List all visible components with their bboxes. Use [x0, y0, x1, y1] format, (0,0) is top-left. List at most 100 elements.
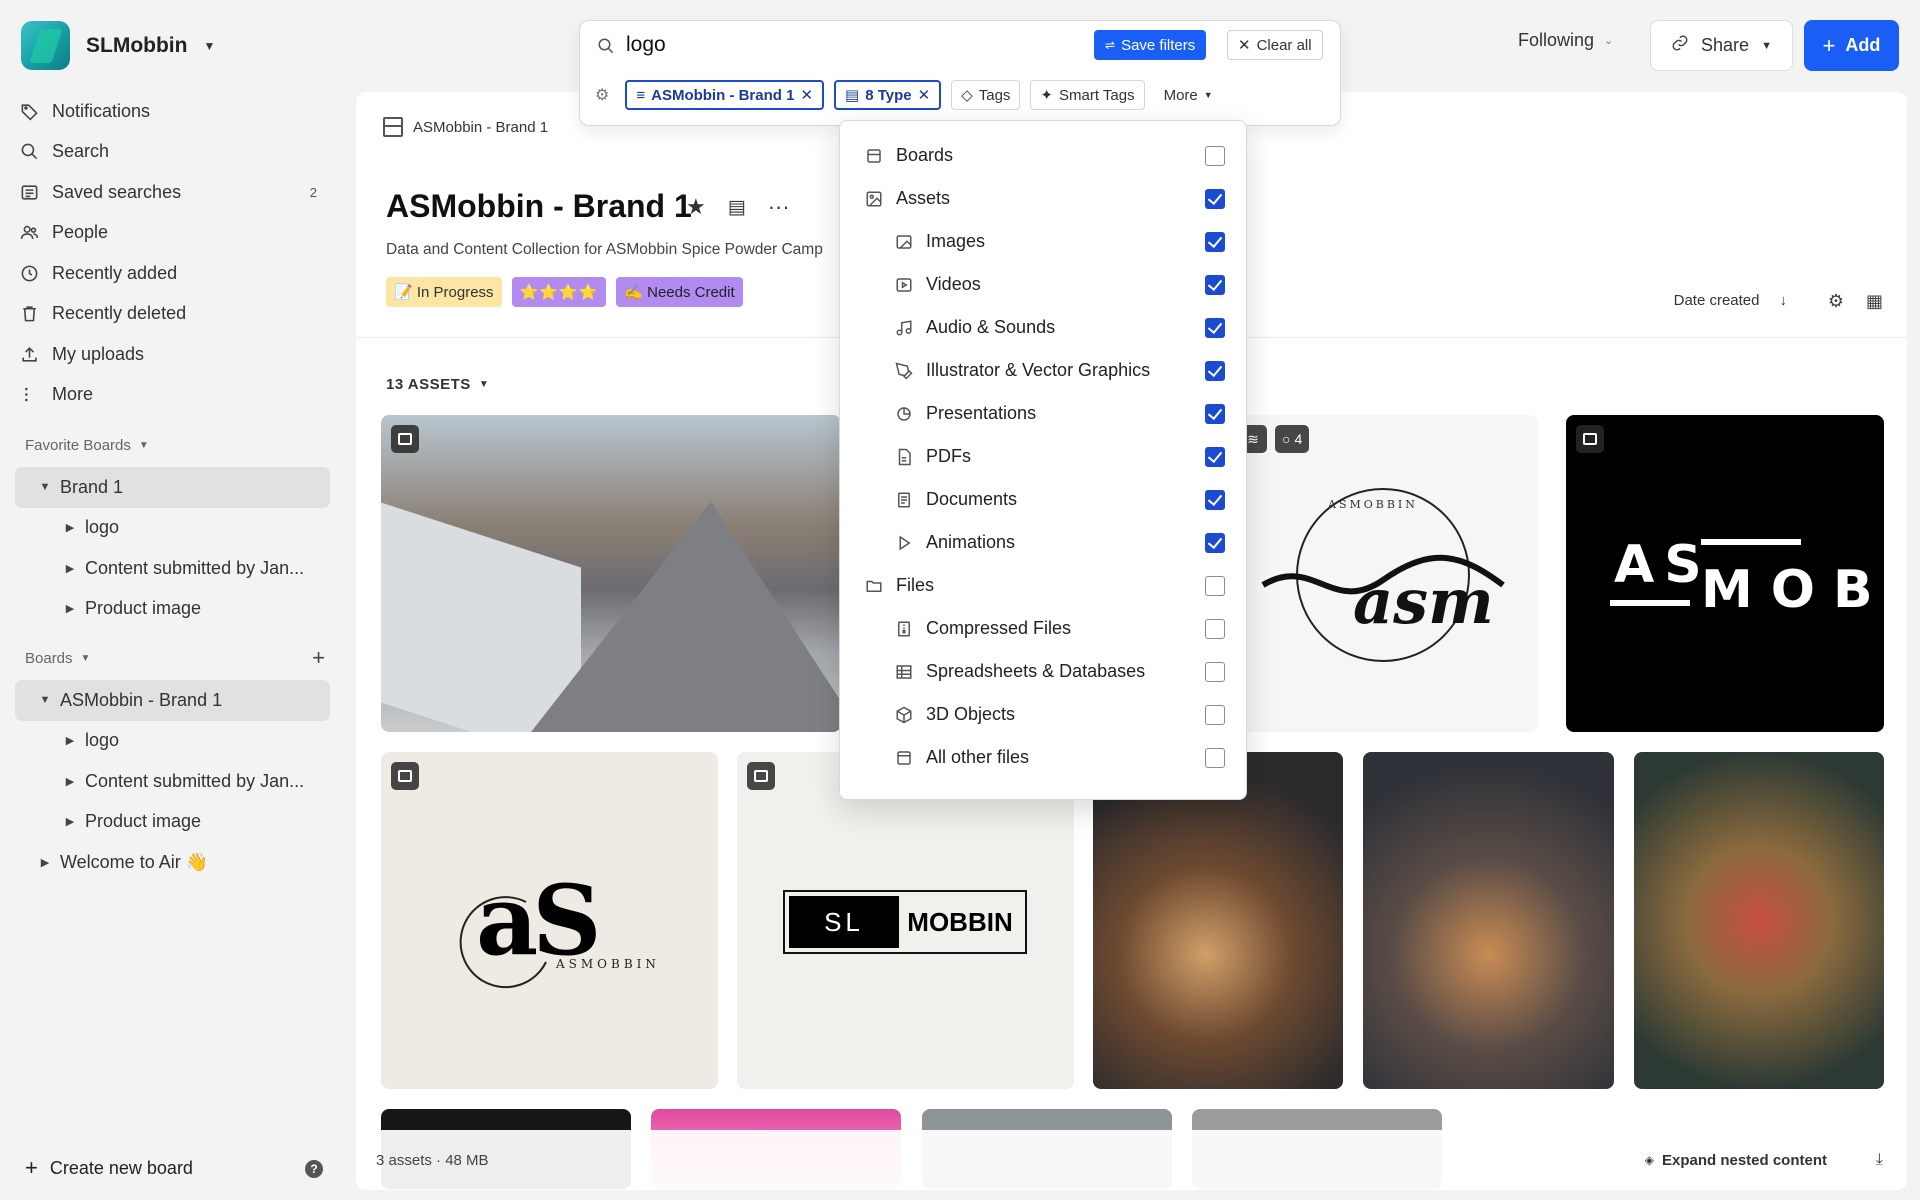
favorite-board-logo[interactable]: ▶ logo: [15, 508, 330, 549]
star-icon[interactable]: ★: [686, 194, 706, 220]
download-icon[interactable]: ⤓: [1876, 1151, 1883, 1169]
breadcrumb[interactable]: ASMobbin - Brand 1: [383, 117, 548, 137]
workspace-switcher[interactable]: SLMobbin ▼: [21, 21, 215, 70]
type-option-assets[interactable]: Assets: [840, 177, 1246, 220]
caret-right-icon[interactable]: ▶: [55, 521, 85, 534]
type-option-images[interactable]: Images: [840, 220, 1246, 263]
caret-down-icon[interactable]: ▼: [30, 694, 60, 706]
asset-tile-street[interactable]: [381, 415, 841, 732]
rating-badge[interactable]: ⭐⭐⭐⭐: [511, 277, 607, 307]
checkbox[interactable]: [1205, 403, 1225, 424]
checkbox[interactable]: [1205, 618, 1225, 639]
type-option-videos[interactable]: Videos: [840, 263, 1246, 306]
nav-recently-deleted[interactable]: Recently deleted: [20, 294, 325, 335]
clear-all-button[interactable]: ✕ Clear all: [1227, 30, 1323, 60]
type-option-compressed[interactable]: Compressed Files: [840, 607, 1246, 650]
favorite-board-brand-1[interactable]: ▼ Brand 1: [15, 467, 330, 508]
asset-count-dropdown[interactable]: 13 ASSETS ▼: [386, 376, 489, 393]
checkbox[interactable]: [1205, 188, 1225, 209]
board-welcome-to-air[interactable]: ▶ Welcome to Air 👋: [15, 842, 330, 883]
type-option-other[interactable]: All other files: [840, 736, 1246, 779]
favorite-board-content-submitted[interactable]: ▶ Content submitted by Jan...: [15, 548, 330, 589]
asset-tile-as-logo[interactable]: aS ASMOBBIN: [381, 752, 718, 1089]
caret-right-icon[interactable]: ▶: [55, 602, 85, 615]
asset-tile-food-1[interactable]: [1093, 752, 1343, 1089]
board-asmobbin-brand-1[interactable]: ▼ ASMobbin - Brand 1: [15, 680, 330, 721]
checkbox[interactable]: [1205, 274, 1225, 295]
type-option-pdfs[interactable]: PDFs: [840, 435, 1246, 478]
more-filters-button[interactable]: More ▼: [1155, 80, 1222, 110]
checkbox[interactable]: [1205, 317, 1225, 338]
board-filter-chip[interactable]: ≡ ASMobbin - Brand 1 ✕: [625, 80, 825, 110]
type-option-3d[interactable]: 3D Objects: [840, 693, 1246, 736]
create-new-board-button[interactable]: + Create new board: [25, 1155, 193, 1181]
sort-control[interactable]: Date created ↓: [1674, 292, 1787, 309]
type-option-files[interactable]: Files: [840, 564, 1246, 607]
nav-notifications[interactable]: Notifications: [20, 91, 325, 132]
search-input[interactable]: logo: [626, 33, 666, 57]
favorite-boards-header[interactable]: Favorite Boards ▼: [25, 437, 149, 454]
board-logo[interactable]: ▶ logo: [15, 721, 330, 762]
type-option-audio[interactable]: Audio & Sounds: [840, 306, 1246, 349]
remove-filter-icon[interactable]: ✕: [800, 86, 813, 104]
tags-filter-chip[interactable]: ◇ Tags: [951, 80, 1021, 110]
comments-badge[interactable]: ○ 4: [1275, 425, 1310, 453]
caret-right-icon[interactable]: ▶: [55, 815, 85, 828]
nav-saved-searches[interactable]: Saved searches 2: [20, 172, 325, 213]
add-button[interactable]: + Add: [1804, 20, 1899, 71]
type-option-animations[interactable]: Animations: [840, 521, 1246, 564]
checkbox[interactable]: [1205, 575, 1225, 596]
favorite-board-product-image[interactable]: ▶ Product image: [15, 589, 330, 630]
board-product-image[interactable]: ▶ Product image: [15, 802, 330, 843]
asset-tile-slmobbin-logo[interactable]: SL MOBBIN: [737, 752, 1074, 1089]
board-description[interactable]: Data and Content Collection for ASMobbin…: [386, 241, 823, 259]
checkbox[interactable]: [1205, 489, 1225, 510]
add-board-icon[interactable]: +: [312, 645, 325, 671]
checkbox[interactable]: [1205, 446, 1225, 467]
arrow-down-icon[interactable]: ↓: [1780, 292, 1788, 309]
caret-down-icon[interactable]: ▼: [30, 481, 60, 493]
checkbox[interactable]: [1205, 360, 1225, 381]
type-option-presentations[interactable]: Presentations: [840, 392, 1246, 435]
save-filters-button[interactable]: ⇌ Save filters: [1094, 30, 1207, 60]
board-details-icon[interactable]: ▤: [728, 196, 746, 219]
nav-my-uploads[interactable]: My uploads: [20, 334, 325, 375]
type-filter-chip[interactable]: ▤ 8 Type ✕: [834, 80, 942, 110]
boards-header[interactable]: Boards ▼: [25, 650, 90, 667]
asset-tile-food-2[interactable]: [1363, 752, 1614, 1089]
help-icon[interactable]: ?: [305, 1160, 323, 1178]
type-option-spreadsheets[interactable]: Spreadsheets & Databases: [840, 650, 1246, 693]
remove-filter-icon[interactable]: ✕: [918, 86, 931, 104]
board-content-submitted[interactable]: ▶ Content submitted by Jan...: [15, 761, 330, 802]
checkbox[interactable]: [1205, 747, 1225, 768]
following-dropdown[interactable]: Following ⌄: [1518, 30, 1613, 51]
asset-tile-asmob-logo[interactable]: AS MOB: [1566, 415, 1884, 732]
checkbox[interactable]: [1205, 231, 1225, 252]
asset-tile-food-3[interactable]: [1634, 752, 1884, 1089]
type-option-documents[interactable]: Documents: [840, 478, 1246, 521]
credit-badge[interactable]: ✍️ Needs Credit: [616, 277, 743, 307]
gear-icon[interactable]: ⚙: [1828, 291, 1844, 312]
filter-settings-icon[interactable]: ⚙: [595, 85, 609, 105]
caret-right-icon[interactable]: ▶: [55, 734, 85, 747]
type-option-boards[interactable]: Boards: [840, 134, 1246, 177]
checkbox[interactable]: [1205, 704, 1225, 725]
nav-people[interactable]: People: [20, 213, 325, 254]
caret-right-icon[interactable]: ▶: [55, 562, 85, 575]
checkbox[interactable]: [1205, 661, 1225, 682]
type-option-vector[interactable]: Illustrator & Vector Graphics: [840, 349, 1246, 392]
share-button[interactable]: Share ▼: [1650, 20, 1793, 71]
caret-right-icon[interactable]: ▶: [55, 775, 85, 788]
close-icon: ✕: [1238, 37, 1251, 54]
checkbox[interactable]: [1205, 145, 1225, 166]
grid-view-icon[interactable]: ▦: [1866, 291, 1883, 312]
nav-search[interactable]: Search: [20, 132, 325, 173]
more-horizontal-icon[interactable]: ···: [768, 194, 790, 220]
nav-recently-added[interactable]: Recently added: [20, 253, 325, 294]
nav-more[interactable]: More: [20, 375, 325, 416]
smart-tags-filter-chip[interactable]: ✦ Smart Tags: [1030, 80, 1145, 110]
checkbox[interactable]: [1205, 532, 1225, 553]
status-badge[interactable]: 📝 In Progress: [386, 277, 502, 307]
expand-nested-toggle[interactable]: ◈ Expand nested content: [1645, 1152, 1827, 1169]
caret-right-icon[interactable]: ▶: [30, 856, 60, 869]
